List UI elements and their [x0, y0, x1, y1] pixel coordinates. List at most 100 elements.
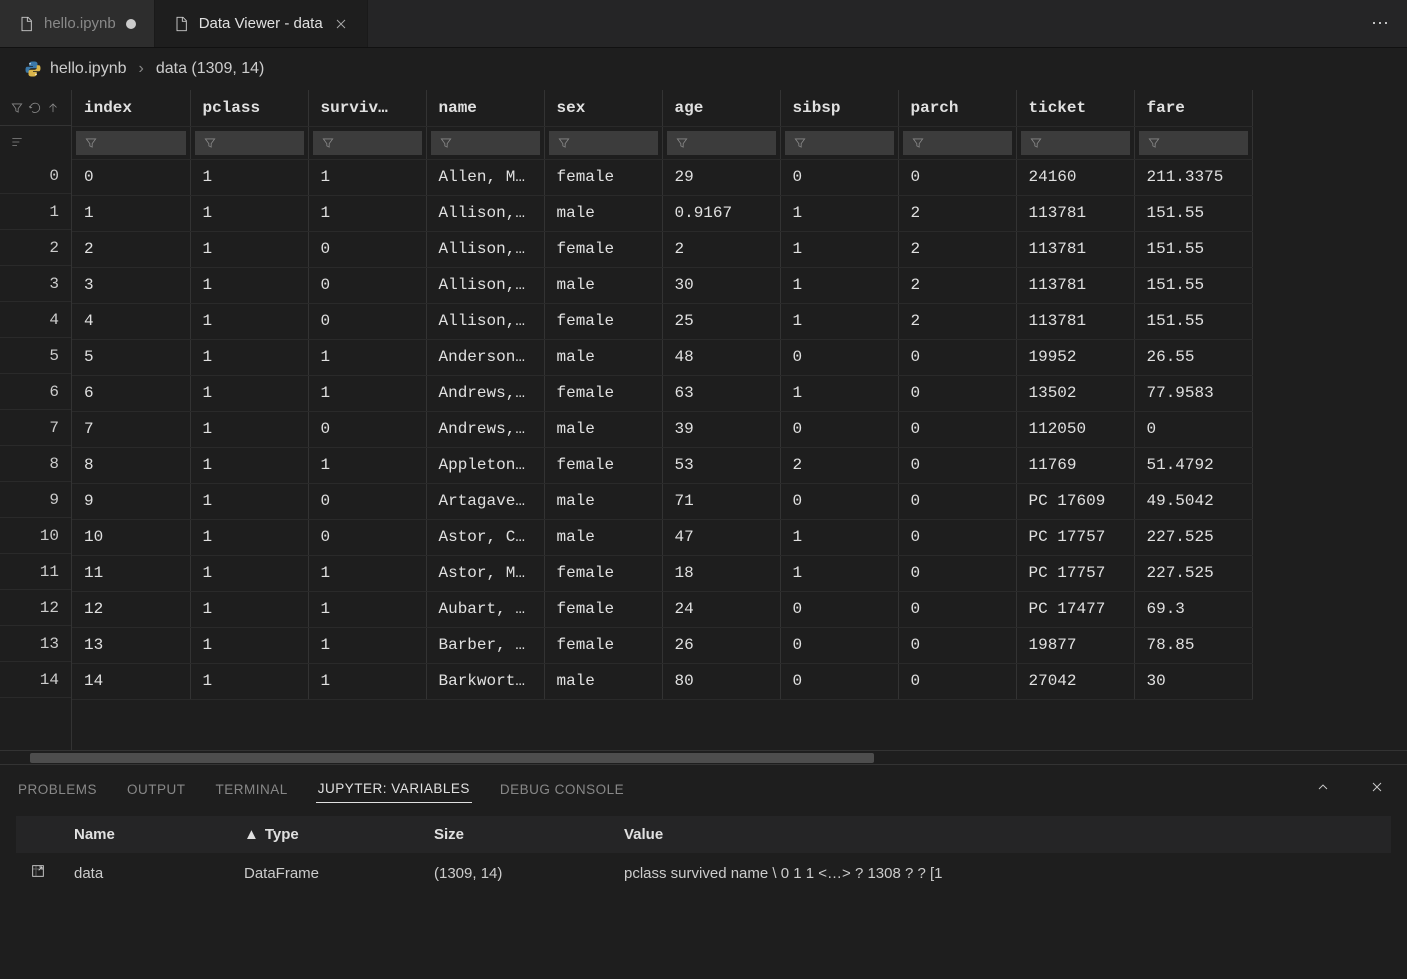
cell-age[interactable]: 53 [662, 447, 780, 483]
row-number[interactable]: 8 [0, 446, 71, 482]
cell-fare[interactable]: 151.55 [1134, 231, 1252, 267]
cell-name[interactable]: Barber, … [426, 627, 544, 663]
cell-pclass[interactable]: 1 [190, 159, 308, 195]
cell-age[interactable]: 0.9167 [662, 195, 780, 231]
cell-pclass[interactable]: 1 [190, 303, 308, 339]
row-number[interactable]: 13 [0, 626, 71, 662]
cell-index[interactable]: 14 [72, 663, 190, 699]
cell-age[interactable]: 80 [662, 663, 780, 699]
cell-survived[interactable]: 0 [308, 519, 426, 555]
cell-parch[interactable]: 0 [898, 483, 1016, 519]
cell-fare[interactable]: 69.3 [1134, 591, 1252, 627]
cell-pclass[interactable]: 1 [190, 339, 308, 375]
cell-ticket[interactable]: 27042 [1016, 663, 1134, 699]
column-filter-ticket[interactable] [1016, 126, 1134, 159]
cell-sex[interactable]: male [544, 519, 662, 555]
cell-ticket[interactable]: 11769 [1016, 447, 1134, 483]
cell-index[interactable]: 11 [72, 555, 190, 591]
table-row[interactable]: 410Allison,…female2512113781151.55 [72, 303, 1252, 339]
cell-parch[interactable]: 2 [898, 231, 1016, 267]
cell-name[interactable]: Astor, C… [426, 519, 544, 555]
cell-sibsp[interactable]: 0 [780, 591, 898, 627]
var-col-type[interactable]: ▲Type [230, 816, 420, 853]
cell-age[interactable]: 71 [662, 483, 780, 519]
column-filter-age[interactable] [662, 126, 780, 159]
row-number[interactable]: 5 [0, 338, 71, 374]
cell-survived[interactable]: 1 [308, 375, 426, 411]
cell-parch[interactable]: 0 [898, 339, 1016, 375]
cell-parch[interactable]: 0 [898, 627, 1016, 663]
table-row[interactable]: 210Allison,…female212113781151.55 [72, 231, 1252, 267]
cell-sibsp[interactable]: 1 [780, 195, 898, 231]
cell-ticket[interactable]: 13502 [1016, 375, 1134, 411]
column-header-fare[interactable]: fare [1134, 90, 1252, 126]
column-filter-index[interactable] [72, 126, 190, 159]
cell-parch[interactable]: 0 [898, 375, 1016, 411]
cell-ticket[interactable]: PC 17609 [1016, 483, 1134, 519]
cell-pclass[interactable]: 1 [190, 555, 308, 591]
var-col-size[interactable]: Size [420, 816, 610, 853]
cell-sex[interactable]: female [544, 375, 662, 411]
table-row[interactable]: 1010Astor, C…male4710PC 17757227.525 [72, 519, 1252, 555]
cell-fare[interactable]: 78.85 [1134, 627, 1252, 663]
cell-fare[interactable]: 227.525 [1134, 555, 1252, 591]
cell-survived[interactable]: 1 [308, 195, 426, 231]
cell-pclass[interactable]: 1 [190, 591, 308, 627]
arrow-up-icon[interactable] [46, 101, 60, 115]
column-header-name[interactable]: name [426, 90, 544, 126]
cell-fare[interactable]: 51.4792 [1134, 447, 1252, 483]
cell-pclass[interactable]: 1 [190, 519, 308, 555]
column-header-parch[interactable]: parch [898, 90, 1016, 126]
cell-name[interactable]: Allison,… [426, 267, 544, 303]
cell-parch[interactable]: 0 [898, 519, 1016, 555]
table-row[interactable]: 011Allen, M…female290024160211.3375 [72, 159, 1252, 195]
cell-index[interactable]: 0 [72, 159, 190, 195]
cell-age[interactable]: 39 [662, 411, 780, 447]
var-col-value[interactable]: Value [610, 816, 1391, 853]
column-filter-sibsp[interactable] [780, 126, 898, 159]
cell-age[interactable]: 29 [662, 159, 780, 195]
cell-survived[interactable]: 0 [308, 231, 426, 267]
cell-sex[interactable]: female [544, 591, 662, 627]
table-row[interactable]: 310Allison,…male3012113781151.55 [72, 267, 1252, 303]
cell-survived[interactable]: 0 [308, 411, 426, 447]
cell-index[interactable]: 6 [72, 375, 190, 411]
filter-icon[interactable] [10, 101, 24, 115]
cell-pclass[interactable]: 1 [190, 627, 308, 663]
cell-index[interactable]: 10 [72, 519, 190, 555]
table-row[interactable]: 611Andrews,…female63101350277.9583 [72, 375, 1252, 411]
row-number[interactable]: 3 [0, 266, 71, 302]
row-number[interactable]: 4 [0, 302, 71, 338]
cell-name[interactable]: Appleton… [426, 447, 544, 483]
cell-sex[interactable]: male [544, 483, 662, 519]
cell-ticket[interactable]: PC 17757 [1016, 555, 1134, 591]
column-filter-sex[interactable] [544, 126, 662, 159]
close-icon[interactable] [333, 16, 349, 32]
cell-name[interactable]: Andrews,… [426, 411, 544, 447]
cell-sibsp[interactable]: 1 [780, 375, 898, 411]
cell-name[interactable]: Aubart, … [426, 591, 544, 627]
cell-name[interactable]: Andrews,… [426, 375, 544, 411]
cell-index[interactable]: 1 [72, 195, 190, 231]
cell-pclass[interactable]: 1 [190, 195, 308, 231]
cell-parch[interactable]: 0 [898, 411, 1016, 447]
cell-survived[interactable]: 1 [308, 663, 426, 699]
cell-sibsp[interactable]: 2 [780, 447, 898, 483]
row-number[interactable]: 0 [0, 158, 71, 194]
cell-name[interactable]: Allison,… [426, 303, 544, 339]
cell-ticket[interactable]: 113781 [1016, 195, 1134, 231]
row-number[interactable]: 12 [0, 590, 71, 626]
cell-fare[interactable]: 227.525 [1134, 519, 1252, 555]
cell-fare[interactable]: 30 [1134, 663, 1252, 699]
column-header-sex[interactable]: sex [544, 90, 662, 126]
cell-parch[interactable]: 0 [898, 663, 1016, 699]
cell-fare[interactable]: 77.9583 [1134, 375, 1252, 411]
cell-pclass[interactable]: 1 [190, 375, 308, 411]
cell-ticket[interactable]: PC 17477 [1016, 591, 1134, 627]
horizontal-scrollbar[interactable] [0, 750, 1407, 764]
column-header-pclass[interactable]: pclass [190, 90, 308, 126]
cell-sibsp[interactable]: 0 [780, 627, 898, 663]
panel-tab-output[interactable]: OUTPUT [125, 776, 188, 803]
table-row[interactable]: 1311Barber, …female26001987778.85 [72, 627, 1252, 663]
cell-sex[interactable]: female [544, 231, 662, 267]
